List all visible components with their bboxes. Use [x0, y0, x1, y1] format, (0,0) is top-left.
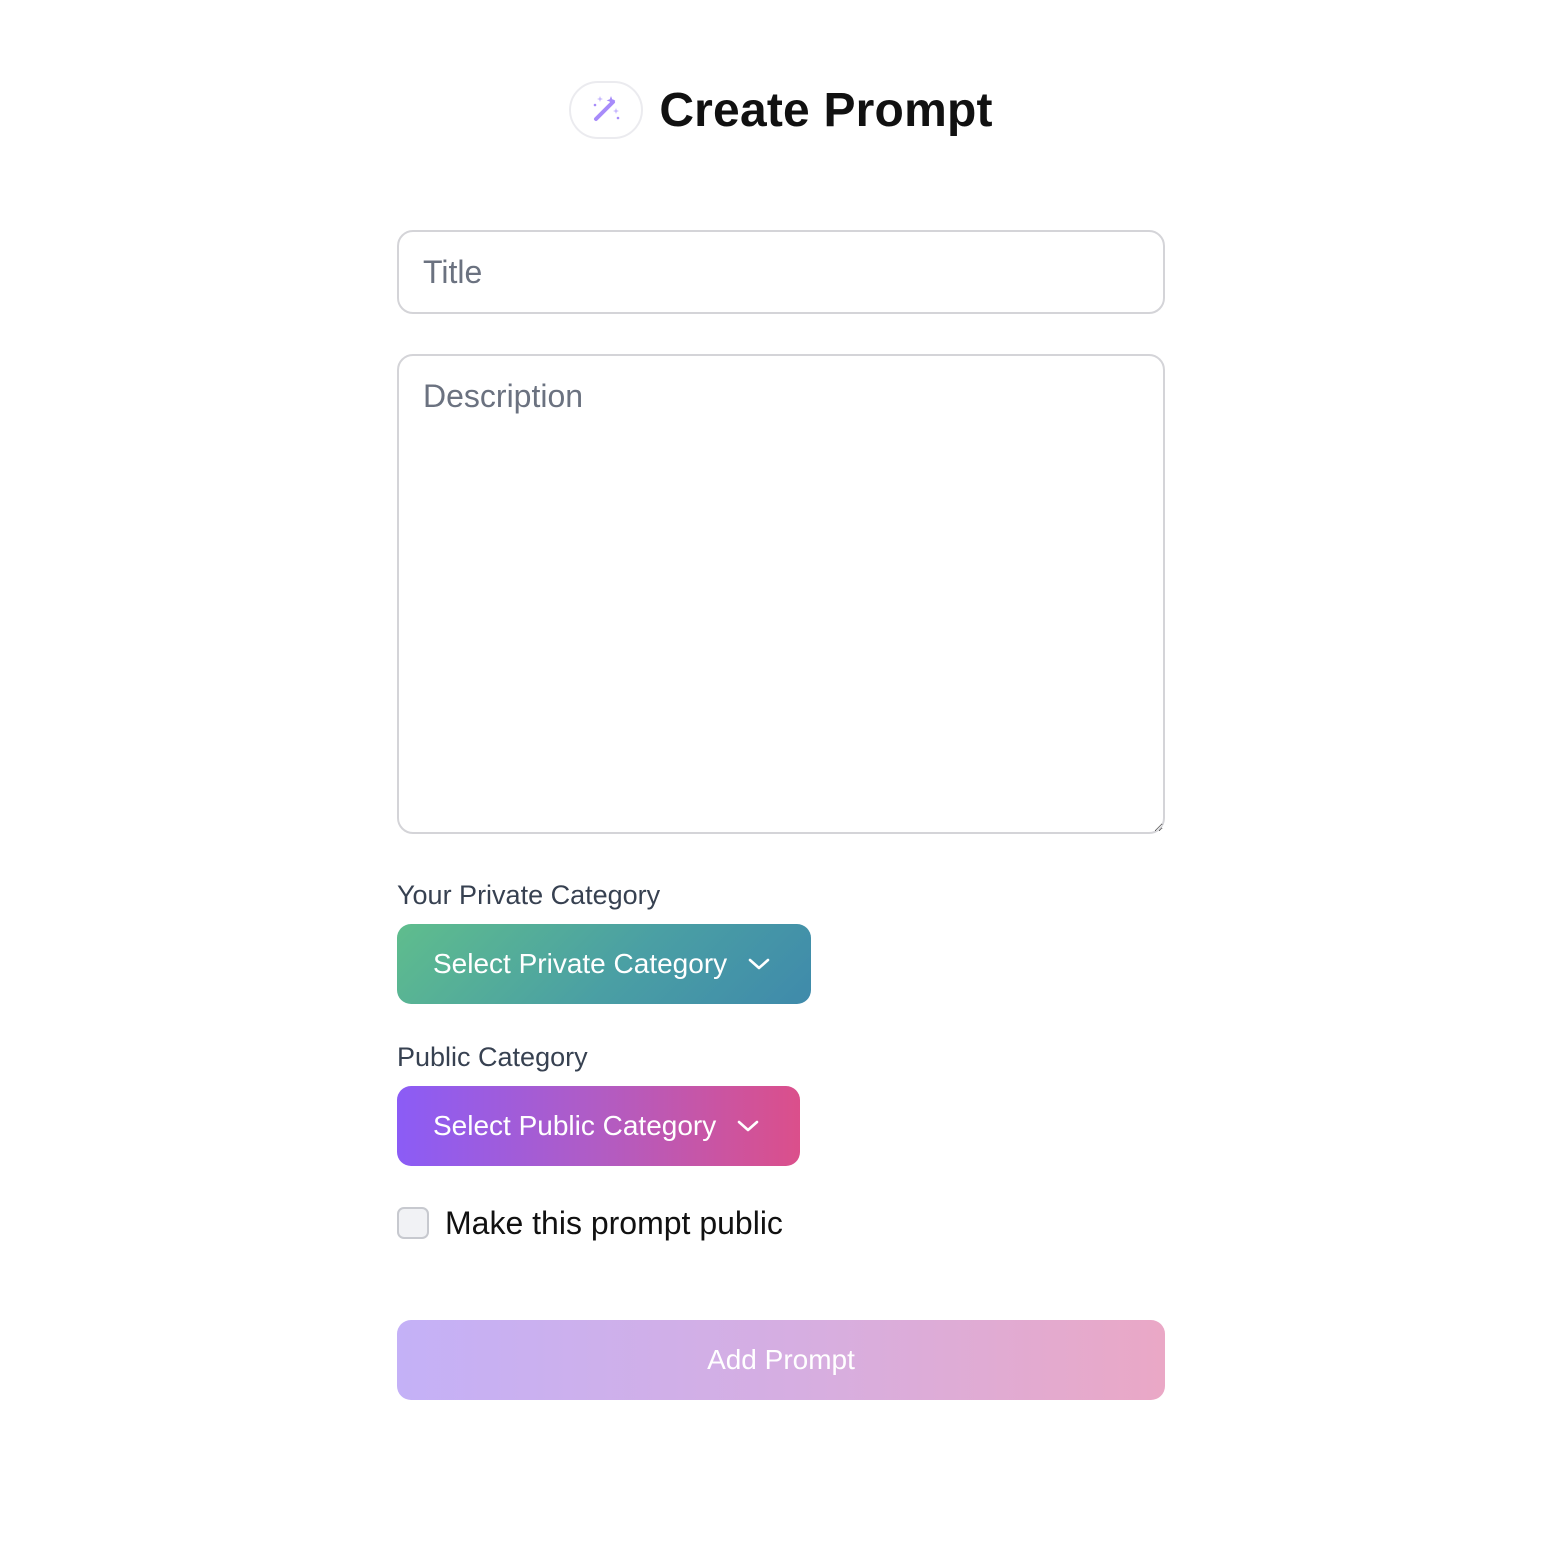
header-icon-badge: [569, 81, 644, 139]
public-category-selected: Select Public Category: [433, 1110, 717, 1141]
chevron-down-icon: [747, 956, 771, 972]
page-title: Create Prompt: [659, 83, 993, 137]
public-category-label: Public Category: [397, 1042, 588, 1072]
make-public-row: Make this prompt public: [397, 1205, 1165, 1242]
make-public-label[interactable]: Make this prompt public: [445, 1205, 783, 1242]
public-category-dropdown[interactable]: Select Public Category: [397, 1086, 800, 1166]
add-prompt-button[interactable]: Add Prompt: [397, 1320, 1165, 1400]
title-input[interactable]: [397, 230, 1165, 314]
description-textarea[interactable]: [397, 354, 1165, 834]
private-category-dropdown[interactable]: Select Private Category: [397, 924, 811, 1004]
private-category-selected: Select Private Category: [433, 948, 728, 979]
private-category-label: Your Private Category: [397, 880, 661, 910]
chevron-down-icon: [736, 1118, 760, 1134]
make-public-checkbox[interactable]: [397, 1207, 429, 1239]
magic-wand-icon: [591, 93, 621, 128]
page-header: Create Prompt: [0, 80, 1562, 140]
create-prompt-form: Your Private Category Select Private Cat…: [397, 230, 1165, 1400]
header-inner: Create Prompt: [569, 81, 992, 139]
